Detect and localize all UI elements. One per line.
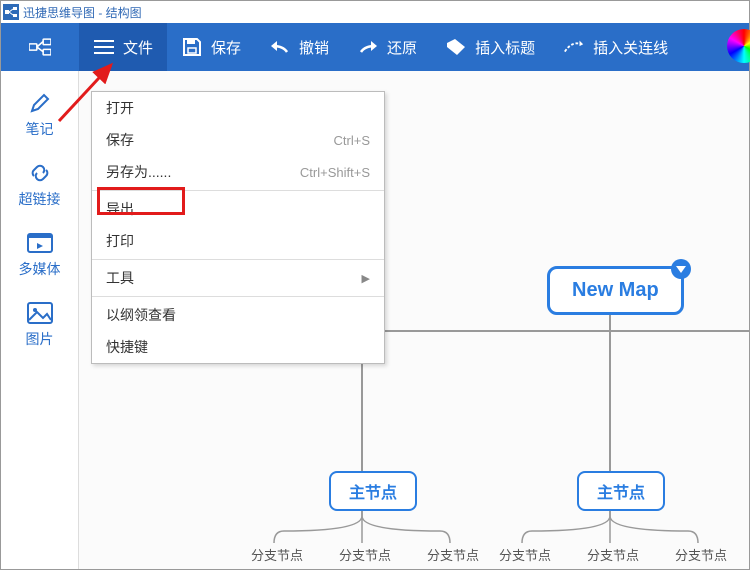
title-bar: 迅捷思维导图 - 结构图: [1, 1, 749, 23]
menu-label: 工具: [106, 268, 134, 288]
redo-icon: [357, 36, 379, 58]
file-label: 文件: [123, 37, 153, 58]
menu-item-shortcuts[interactable]: 快捷键: [92, 331, 384, 363]
insert-relation-button[interactable]: 插入关连线: [549, 23, 682, 71]
branch-node[interactable]: 分支节点: [499, 545, 551, 564]
sidebar-item-note[interactable]: 笔记: [26, 91, 54, 139]
undo-label: 撤销: [299, 37, 329, 58]
main-node-label: 主节点: [349, 485, 397, 502]
redo-label: 还原: [387, 37, 417, 58]
hamburger-icon: [93, 36, 115, 58]
branch-node[interactable]: 分支节点: [587, 545, 639, 564]
redo-button[interactable]: 还原: [343, 23, 431, 71]
file-menu-button[interactable]: 文件: [79, 23, 167, 71]
menu-shortcut: Ctrl+S: [334, 133, 370, 148]
branch-node[interactable]: 分支节点: [675, 545, 727, 564]
relation-arrow-icon: [563, 36, 585, 58]
menu-label: 导出: [106, 199, 134, 219]
menu-separator: [92, 190, 384, 191]
main-node-label: 主节点: [597, 485, 645, 502]
sidebar-item-image[interactable]: 图片: [26, 301, 54, 349]
menu-item-open[interactable]: 打开: [92, 92, 384, 124]
menu-item-tools[interactable]: 工具 ▶: [92, 262, 384, 294]
save-button[interactable]: 保存: [167, 23, 255, 71]
menu-label: 保存: [106, 130, 134, 150]
file-dropdown-menu: 打开 保存 Ctrl+S 另存为...... Ctrl+Shift+S 导出 打…: [91, 91, 385, 364]
sidebar-label: 超链接: [19, 189, 61, 209]
image-icon: [26, 301, 54, 325]
link-icon: [26, 161, 54, 185]
undo-icon: [269, 36, 291, 58]
mindmap-mode-button[interactable]: [1, 23, 79, 71]
insert-title-button[interactable]: + 插入标题: [431, 23, 549, 71]
branch-node[interactable]: 分支节点: [427, 545, 479, 564]
sidebar-label: 笔记: [26, 119, 54, 139]
sidebar-item-hyperlink[interactable]: 超链接: [19, 161, 61, 209]
branch-node[interactable]: 分支节点: [339, 545, 391, 564]
menu-separator: [92, 259, 384, 260]
menu-shortcut: Ctrl+Shift+S: [300, 165, 370, 180]
insert-title-label: 插入标题: [475, 37, 535, 58]
floppy-icon: [181, 36, 203, 58]
menu-separator: [92, 296, 384, 297]
menu-item-outline[interactable]: 以纲领查看: [92, 299, 384, 331]
menu-item-save[interactable]: 保存 Ctrl+S: [92, 124, 384, 156]
svg-text:+: +: [459, 37, 465, 48]
root-node[interactable]: New Map: [547, 266, 684, 315]
submenu-arrow-icon: ▶: [362, 272, 370, 285]
app-title: 迅捷思维导图 - 结构图: [23, 4, 142, 21]
main-toolbar: 文件 保存 撤销 还原 + 插入标题 插入关连线: [1, 23, 749, 71]
menu-item-export[interactable]: 导出: [92, 193, 384, 225]
menu-label: 打开: [106, 98, 134, 118]
menu-label: 快捷键: [106, 337, 148, 357]
sidebar-item-media[interactable]: 多媒体: [19, 231, 61, 279]
mindmap-icon: [29, 36, 51, 58]
sidebar-label: 多媒体: [19, 259, 61, 279]
pencil-icon: [26, 91, 54, 115]
left-sidebar: 笔记 超链接 多媒体 图片: [1, 71, 79, 569]
menu-item-print[interactable]: 打印: [92, 225, 384, 257]
menu-label: 以纲领查看: [106, 305, 176, 325]
sidebar-label: 图片: [26, 329, 54, 349]
main-node[interactable]: 主节点: [329, 471, 417, 511]
undo-button[interactable]: 撤销: [255, 23, 343, 71]
menu-label: 打印: [106, 231, 134, 251]
root-node-label: New Map: [572, 279, 659, 301]
save-label: 保存: [211, 37, 241, 58]
insert-relation-label: 插入关连线: [593, 37, 668, 58]
branch-node[interactable]: 分支节点: [251, 545, 303, 564]
tag-plus-icon: +: [445, 36, 467, 58]
media-icon: [26, 231, 54, 255]
main-node[interactable]: 主节点: [577, 471, 665, 511]
menu-label: 另存为......: [106, 162, 171, 182]
app-icon: [3, 4, 19, 20]
menu-item-saveas[interactable]: 另存为...... Ctrl+Shift+S: [92, 156, 384, 188]
expand-toggle-icon[interactable]: [671, 259, 691, 279]
